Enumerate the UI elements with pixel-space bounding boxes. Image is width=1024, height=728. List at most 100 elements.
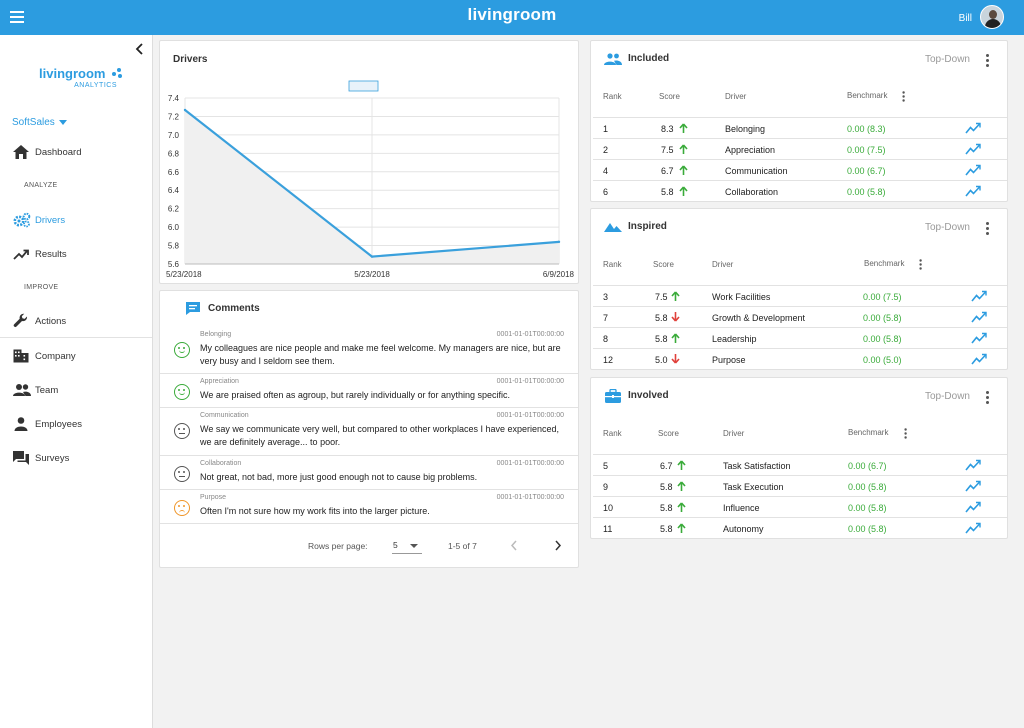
more-vert-icon[interactable] xyxy=(919,259,922,270)
row-driver: Appreciation xyxy=(725,145,776,155)
col-header-driver: Driver xyxy=(712,260,734,269)
y-tick-label: 7.2 xyxy=(168,112,180,121)
sidebar-item-employees[interactable]: Employees xyxy=(0,409,152,439)
y-tick-label: 6.4 xyxy=(168,186,180,195)
comment-icon xyxy=(186,302,200,315)
sort-mode[interactable]: Top-Down xyxy=(925,222,970,233)
table-row[interactable]: 5 6.7 Task Satisfaction 0.00 (6.7) xyxy=(593,454,1007,475)
drivers-chart-card: Drivers 7.4 7.2 7.0 6.8 6.6 6.4 6.2 6.0 5.8 5.6 5/… xyxy=(159,40,579,284)
trend-chart-icon[interactable] xyxy=(971,332,987,344)
y-tick-label: 7.4 xyxy=(168,94,180,103)
row-benchmark: 0.00 (8.3) xyxy=(847,124,886,134)
sidebar-item-actions[interactable]: Actions xyxy=(0,306,152,336)
table-row[interactable]: 11 5.8 Autonomy 0.00 (5.8) xyxy=(593,517,1007,538)
y-tick-label: 5.6 xyxy=(168,260,180,269)
trend-chart-icon[interactable] xyxy=(971,353,987,365)
sidebar-item-drivers[interactable]: Drivers xyxy=(0,205,152,235)
table-row[interactable]: 6 5.8 Collaboration 0.00 (5.8) xyxy=(593,180,1007,201)
row-driver: Task Execution xyxy=(723,482,784,492)
comment-item: Purpose 0001-01-01T00:00:00 Often I'm no… xyxy=(160,490,578,524)
chevron-left-icon[interactable] xyxy=(135,43,145,55)
row-benchmark: 0.00 (7.5) xyxy=(863,292,902,302)
sidebar-item-results[interactable]: Results xyxy=(0,239,152,269)
table-row[interactable]: 2 7.5 Appreciation 0.00 (7.5) xyxy=(593,138,1007,159)
comment-timestamp: 0001-01-01T00:00:00 xyxy=(496,460,564,467)
avatar[interactable] xyxy=(980,5,1004,29)
table-row[interactable]: 4 6.7 Communication 0.00 (6.7) xyxy=(593,159,1007,180)
row-driver: Communication xyxy=(725,166,788,176)
row-driver: Growth & Development xyxy=(712,313,806,323)
row-rank: 9 xyxy=(603,482,609,492)
sort-mode[interactable]: Top-Down xyxy=(925,391,970,402)
trend-chart-icon[interactable] xyxy=(965,501,981,513)
more-vert-icon[interactable] xyxy=(904,428,907,439)
trend-chart-icon[interactable] xyxy=(965,185,981,197)
comments-card: Comments Belonging 0001-01-01T00:00:00 M… xyxy=(159,290,579,568)
comment-item: Collaboration 0001-01-01T00:00:00 Not gr… xyxy=(160,456,578,490)
arrow-down-icon xyxy=(671,354,680,364)
comment-item: Belonging 0001-01-01T00:00:00 My colleag… xyxy=(160,327,578,374)
arrow-up-icon xyxy=(677,460,686,470)
row-rank: 11 xyxy=(603,524,613,534)
row-benchmark: 0.00 (5.8) xyxy=(848,524,887,534)
table-row[interactable]: 1 8.3 Belonging 0.00 (8.3) xyxy=(593,117,1007,138)
x-tick-label: 6/9/2018 xyxy=(543,270,575,279)
table-row[interactable]: 10 5.8 Influence 0.00 (5.8) xyxy=(593,496,1007,517)
sidebar-item-team[interactable]: Team xyxy=(0,375,152,405)
chevron-left-icon[interactable] xyxy=(510,540,518,551)
comment-text: We say we communicate very well, but com… xyxy=(200,424,560,447)
sidebar: livingroom ANALYTICS SoftSales Dashboard… xyxy=(0,35,153,728)
y-tick-label: 6.8 xyxy=(168,149,180,158)
company-select-value: SoftSales xyxy=(12,117,55,128)
comments-title: Comments xyxy=(208,303,260,314)
more-vert-icon[interactable] xyxy=(986,54,990,67)
trend-chart-icon[interactable] xyxy=(965,143,981,155)
trend-chart-icon[interactable] xyxy=(965,459,981,471)
table-row[interactable]: 8 5.8 Leadership 0.00 (5.8) xyxy=(593,327,1007,348)
company-select[interactable]: SoftSales xyxy=(12,117,67,128)
table-row[interactable]: 7 5.8 Growth & Development 0.00 (5.8) xyxy=(593,306,1007,327)
comment-text: My colleagues are nice people and make m… xyxy=(200,343,561,366)
sidebar-item-label: Surveys xyxy=(35,453,70,464)
y-tick-label: 6.6 xyxy=(168,168,180,177)
arrow-up-icon xyxy=(671,291,680,301)
arrow-up-icon xyxy=(679,144,688,154)
row-benchmark: 0.00 (5.8) xyxy=(863,334,902,344)
table-row[interactable]: 9 5.8 Task Execution 0.00 (5.8) xyxy=(593,475,1007,496)
sidebar-item-surveys[interactable]: Surveys xyxy=(0,443,152,473)
home-icon xyxy=(13,145,29,159)
row-benchmark: 0.00 (5.0) xyxy=(863,355,902,365)
y-tick-label: 6.2 xyxy=(168,205,180,214)
row-rank: 7 xyxy=(603,313,609,323)
trend-chart-icon[interactable] xyxy=(965,480,981,492)
comment-category: Communication xyxy=(200,412,249,419)
trending-up-icon xyxy=(13,249,29,260)
user-name[interactable]: Bill xyxy=(959,13,972,24)
sentiment-happy-icon xyxy=(174,384,190,400)
sidebar-item-company[interactable]: Company xyxy=(0,341,152,371)
section-label-analyze: ANALYZE xyxy=(24,182,58,189)
more-vert-icon[interactable] xyxy=(986,391,990,404)
rows-per-page-select[interactable]: 5 xyxy=(392,536,422,554)
more-vert-icon[interactable] xyxy=(986,222,990,235)
app-brand: livingroom xyxy=(467,5,557,24)
wrench-icon xyxy=(13,313,28,327)
row-score: 5.8 xyxy=(655,313,668,323)
y-tick-label: 7.0 xyxy=(168,131,180,140)
trend-chart-icon[interactable] xyxy=(971,311,987,323)
sidebar-item-dashboard[interactable]: Dashboard xyxy=(0,137,152,167)
col-header-score: Score xyxy=(653,260,674,269)
trend-chart-icon[interactable] xyxy=(965,522,981,534)
more-vert-icon[interactable] xyxy=(902,91,905,102)
trend-chart-icon[interactable] xyxy=(965,122,981,134)
top-bar: livingroom Bill xyxy=(0,0,1024,35)
trend-chart-icon[interactable] xyxy=(971,290,987,302)
trend-chart-icon[interactable] xyxy=(965,164,981,176)
col-header-rank: Rank xyxy=(603,260,622,269)
sort-mode[interactable]: Top-Down xyxy=(925,54,970,65)
row-rank: 8 xyxy=(603,334,609,344)
row-driver: Work Facilities xyxy=(712,292,771,302)
chevron-right-icon[interactable] xyxy=(554,540,562,551)
table-row[interactable]: 12 5.0 Purpose 0.00 (5.0) xyxy=(593,348,1007,369)
table-row[interactable]: 3 7.5 Work Facilities 0.00 (7.5) xyxy=(593,285,1007,306)
